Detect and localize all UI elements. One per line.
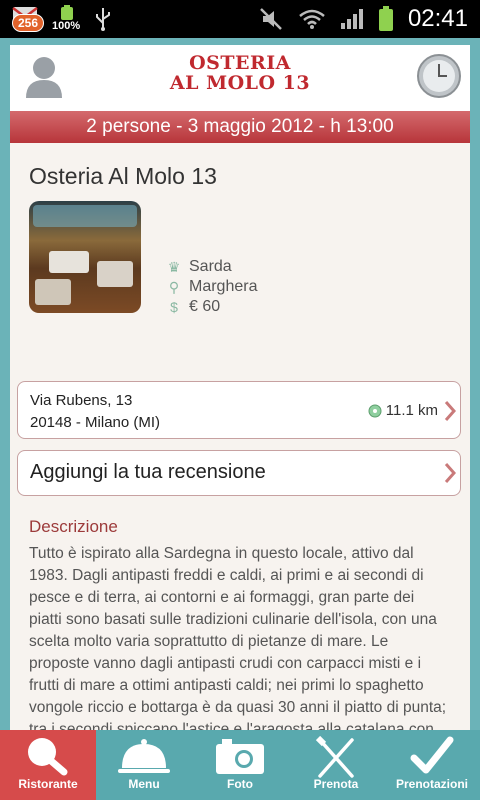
price-value: € 60 <box>189 298 221 315</box>
mute-icon <box>260 8 282 30</box>
area-value: Marghera <box>189 278 258 295</box>
wifi-icon <box>299 9 325 29</box>
signal-icon <box>340 9 363 29</box>
distance-value: 11.1 km <box>385 402 438 419</box>
cuisine-value: Sarda <box>189 258 232 275</box>
distance: 11.1 km <box>368 402 438 419</box>
battery-icon <box>378 6 393 31</box>
area-row: ⚲ Marghera <box>167 277 258 297</box>
restaurant-photo[interactable] <box>29 201 141 313</box>
description-title: Descrizione <box>29 517 118 536</box>
cloche-icon <box>118 739 170 773</box>
restaurant-icon <box>28 738 68 776</box>
status-bar: 256 100% 02:41 <box>0 0 480 38</box>
logo-line-2: AL MOLO 13 <box>169 72 311 94</box>
logo-line-1: OSTERIA <box>189 52 291 74</box>
notification-count-badge: 256 <box>12 14 45 32</box>
tab-prenota-label: Prenota <box>313 777 359 791</box>
battery-small-icon <box>61 5 73 20</box>
clock-time: 02:41 <box>407 5 468 32</box>
usb-icon <box>96 8 110 31</box>
tab-foto[interactable]: Foto <box>192 730 288 800</box>
restaurant-details: Osteria Al Molo 13 ♛ Sarda ⚲ Marghera $ … <box>10 143 470 730</box>
clock-icon <box>417 54 461 98</box>
tab-prenotazioni-label: Prenotazioni <box>395 777 468 791</box>
price-row: $ € 60 <box>167 297 257 317</box>
tab-ristorante[interactable]: Ristorante <box>0 730 96 800</box>
app-header: OSTERIA AL MOLO 13 <box>10 45 470 111</box>
description-text: Tutto è ispirato alla Sardegna in questo… <box>29 545 447 730</box>
restaurant-logo: OSTERIA AL MOLO 13 <box>10 53 470 93</box>
tab-ristorante-label: Ristorante <box>18 777 78 791</box>
restaurant-facts: ♛ Sarda ⚲ Marghera $ € 60 <box>167 257 258 317</box>
bottom-tab-bar: Ristorante Menu Foto Prenota Prenotazion… <box>0 730 480 800</box>
tab-prenota[interactable]: Prenota <box>288 730 384 800</box>
cuisine-row: ♛ Sarda <box>167 257 257 277</box>
app-screen: OSTERIA AL MOLO 13 2 persone - 3 maggio … <box>10 45 470 730</box>
booking-summary-banner: 2 persone - 3 maggio 2012 - h 13:00 <box>10 111 470 143</box>
add-review-label: Aggiungi la tua recensione <box>30 461 266 483</box>
chevron-right-icon <box>444 463 456 483</box>
tab-foto-label: Foto <box>227 777 253 791</box>
tab-menu[interactable]: Menu <box>96 730 192 800</box>
address-street: Via Rubens, 13 <box>30 392 133 409</box>
tab-menu-label: Menu <box>128 777 160 791</box>
cutlery-icon <box>315 736 354 778</box>
address-card[interactable]: Via Rubens, 13 20148 - Milano (MI) 11.1 … <box>17 381 461 439</box>
restaurant-name: Osteria Al Molo 13 <box>29 163 217 189</box>
history-button[interactable] <box>416 53 462 99</box>
location-pin-icon: ⚲ <box>168 279 180 295</box>
chef-hat-icon: ♛ <box>167 259 181 275</box>
dollar-icon: $ <box>170 299 178 315</box>
checkmark-icon <box>410 736 454 774</box>
tab-prenotazioni[interactable]: Prenotazioni <box>384 730 480 800</box>
address-city: 20148 - Milano (MI) <box>30 414 161 431</box>
battery-percent: 100% <box>52 20 81 32</box>
add-review-button[interactable]: Aggiungi la tua recensione <box>17 450 461 496</box>
chevron-right-icon <box>444 401 456 421</box>
camera-icon <box>216 739 264 774</box>
compass-icon <box>368 404 382 417</box>
